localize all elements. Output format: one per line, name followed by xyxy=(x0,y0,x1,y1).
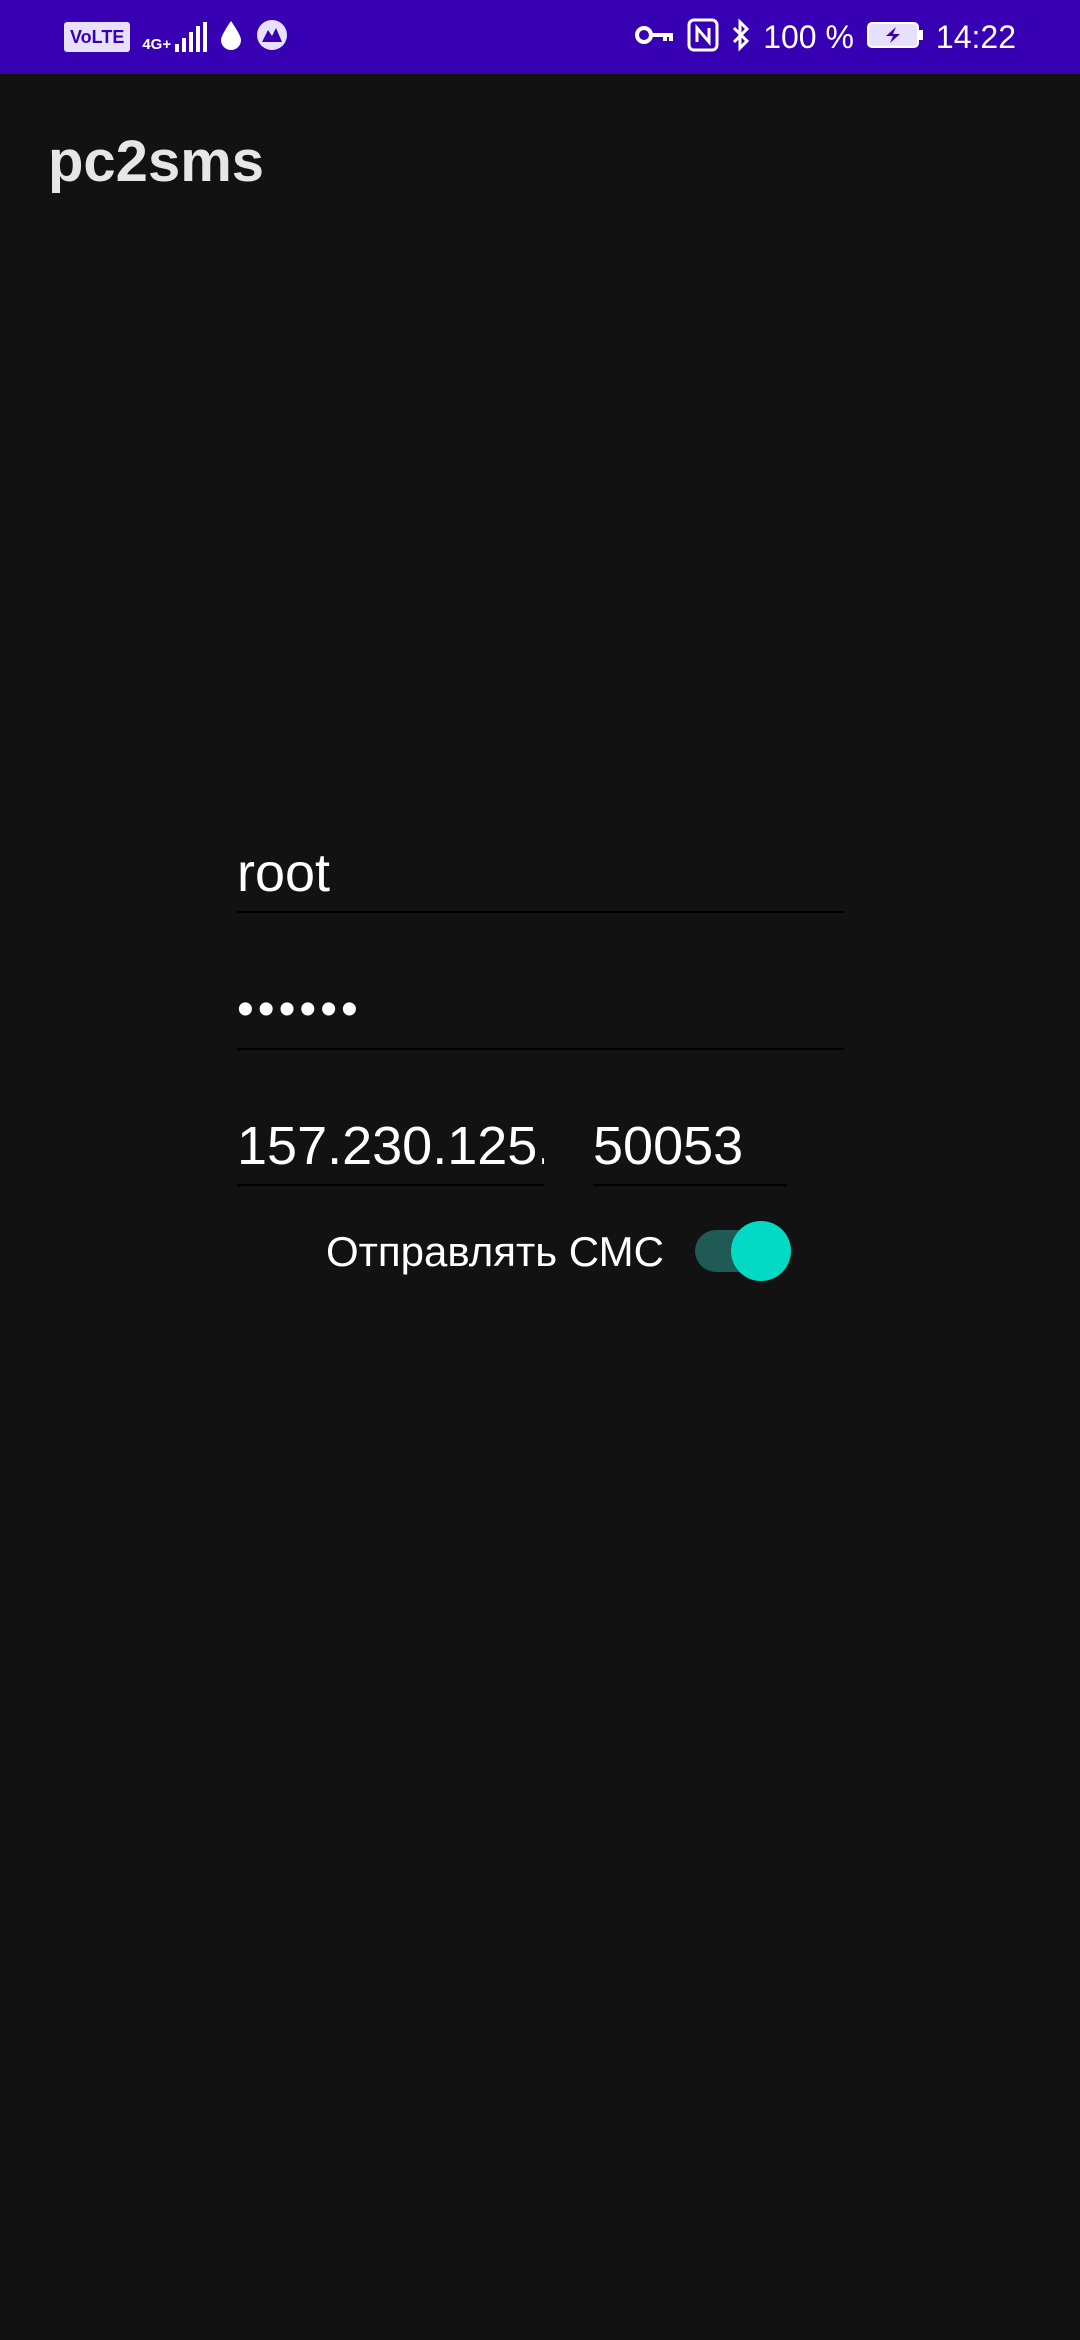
bluetooth-icon xyxy=(731,17,751,57)
send-sms-switch[interactable] xyxy=(695,1220,791,1282)
host-field[interactable] xyxy=(237,1108,544,1186)
network-label: 4G+ xyxy=(142,36,172,53)
send-sms-label: Отправлять СМС xyxy=(326,1228,664,1275)
app-bar: pc2sms xyxy=(0,74,1080,250)
battery-percent: 100 % xyxy=(763,18,854,55)
volte-icon: VoLTE xyxy=(64,22,131,52)
clock: 14:22 xyxy=(935,18,1016,55)
key-icon xyxy=(635,23,675,52)
password-field[interactable] xyxy=(237,970,844,1050)
port-field[interactable] xyxy=(593,1108,787,1186)
vpn-app-icon xyxy=(255,18,289,57)
status-bar: VoLTE 4G+ 100 % 14:22 xyxy=(0,0,1080,74)
battery-charging-icon xyxy=(866,21,924,54)
network-type: 4G+ xyxy=(142,22,208,53)
username-field[interactable] xyxy=(237,835,844,913)
drop-icon xyxy=(219,19,243,56)
status-right: 100 % 14:22 xyxy=(635,17,1016,57)
signal-icon xyxy=(175,22,208,52)
switch-thumb xyxy=(731,1221,791,1281)
status-left: VoLTE 4G+ xyxy=(64,18,289,57)
nfc-icon xyxy=(687,18,719,57)
app-title: pc2sms xyxy=(48,129,265,194)
